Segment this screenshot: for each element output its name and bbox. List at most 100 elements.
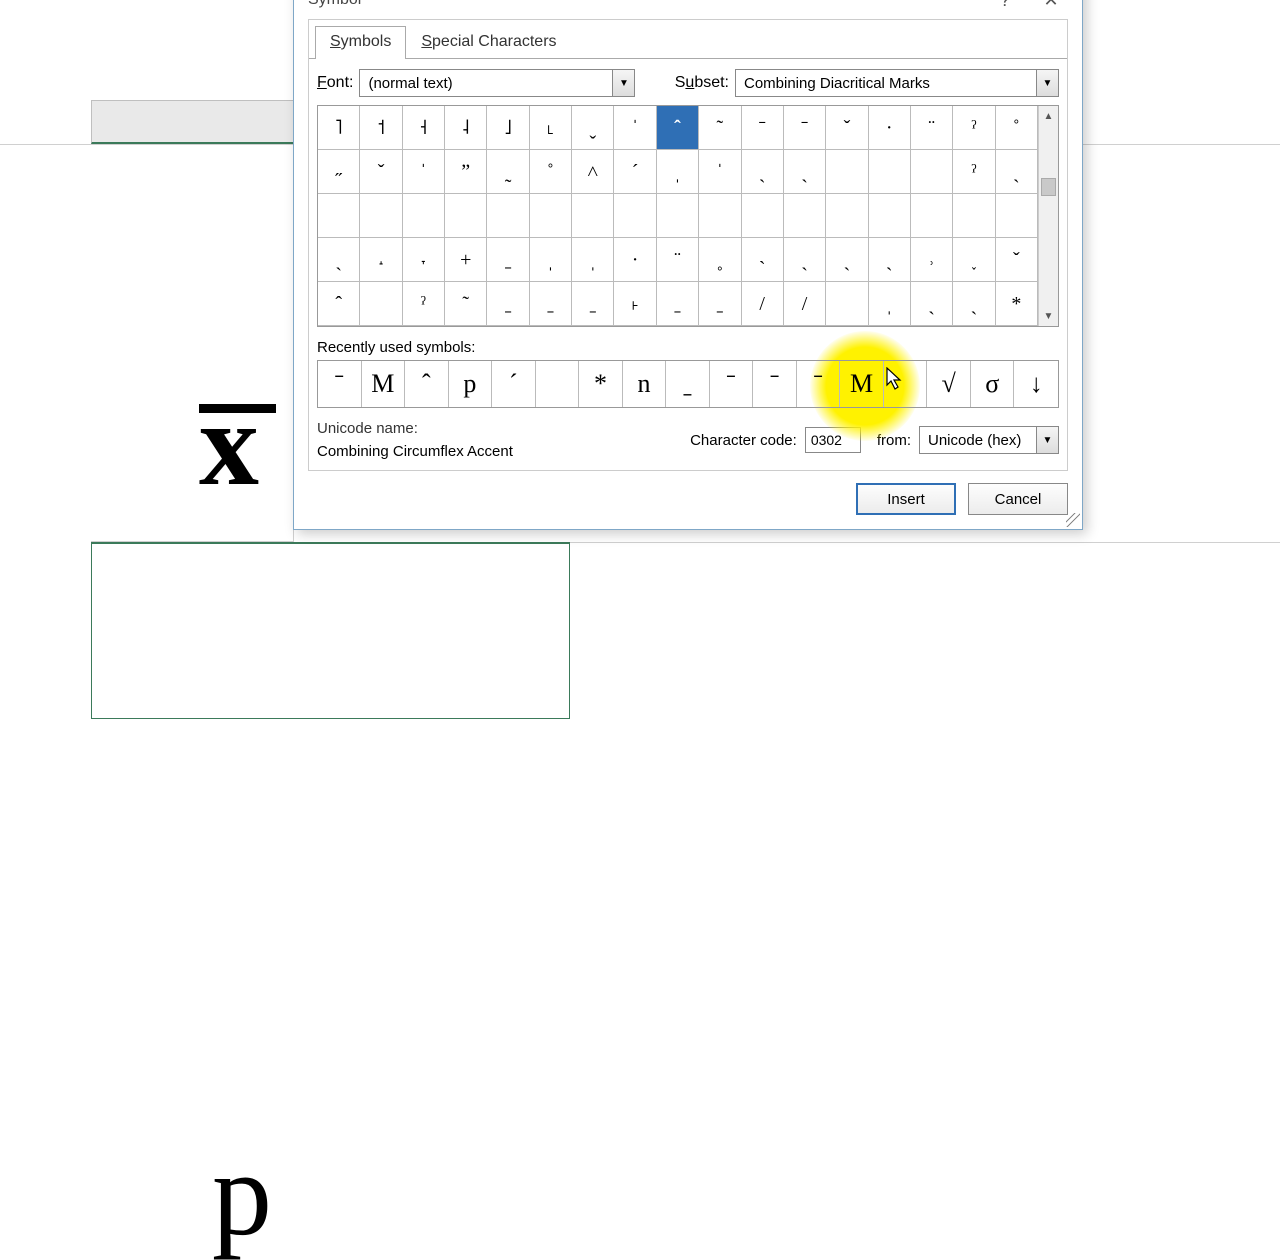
symbol-cell[interactable]: ˆ (657, 106, 699, 150)
symbol-cell[interactable]: ¨ (911, 106, 953, 150)
symbol-cell[interactable]: / (784, 282, 826, 326)
symbol-cell[interactable] (869, 194, 911, 238)
from-combobox[interactable]: Unicode (hex) ▼ (919, 426, 1059, 454)
symbol-cell[interactable] (487, 194, 529, 238)
symbol-cell[interactable]: ˀ (953, 150, 995, 194)
help-button[interactable]: ? (982, 0, 1028, 15)
recent-symbol-cell[interactable]: ˍ (666, 361, 710, 407)
symbol-cell[interactable]: ˎ (869, 238, 911, 282)
symbol-cell[interactable] (826, 150, 868, 194)
symbol-cell[interactable]: ˇ (996, 238, 1038, 282)
recent-symbol-cell[interactable]: ˉ (710, 361, 754, 407)
symbol-cell[interactable]: ˈ (699, 150, 741, 194)
symbol-cell[interactable]: ˍ (657, 282, 699, 326)
symbol-cell[interactable]: ˜ (699, 106, 741, 150)
symbol-cell[interactable] (869, 150, 911, 194)
symbol-cell[interactable]: ˎ (318, 238, 360, 282)
symbol-cell[interactable]: * (996, 282, 1038, 326)
symbol-cell[interactable]: ˒ (911, 238, 953, 282)
scroll-up-icon[interactable]: ▲ (1039, 106, 1058, 126)
chevron-down-icon[interactable]: ▼ (1036, 427, 1058, 453)
recent-symbol-cell[interactable]: n (623, 361, 667, 407)
symbol-cell[interactable] (996, 194, 1038, 238)
scroll-down-icon[interactable]: ▼ (1039, 306, 1058, 326)
symbol-cell[interactable]: ˊ (614, 150, 656, 194)
recent-symbol-cell[interactable]: σ (971, 361, 1015, 407)
symbol-cell[interactable]: ˨ (445, 106, 487, 150)
symbol-cell[interactable]: ˎ (911, 282, 953, 326)
grid-scrollbar[interactable]: ▲ ▼ (1038, 106, 1058, 326)
symbol-cell[interactable] (403, 194, 445, 238)
tab-special-characters[interactable]: Special Characters (406, 26, 571, 59)
symbol-cell[interactable]: ˍ (487, 282, 529, 326)
symbol-cell[interactable]: ˉ (784, 106, 826, 150)
insert-button[interactable]: Insert (856, 483, 956, 515)
symbol-cell[interactable]: ˏ (784, 238, 826, 282)
subset-combobox[interactable]: Combining Diacritical Marks ▼ (735, 69, 1059, 97)
symbol-cell[interactable]: ˚ (530, 150, 572, 194)
symbol-cell[interactable]: ˥ (318, 106, 360, 150)
chevron-down-icon[interactable]: ▼ (1036, 70, 1058, 96)
symbol-cell[interactable]: ˯ (953, 238, 995, 282)
resize-grip-icon[interactable] (1066, 513, 1080, 527)
symbol-cell[interactable] (784, 194, 826, 238)
symbol-cell[interactable]: ˍ (699, 282, 741, 326)
symbol-cell[interactable]: ˕ (403, 238, 445, 282)
symbol-cell[interactable]: ˏ (742, 150, 784, 194)
symbol-cell[interactable]: ˷ (487, 150, 529, 194)
symbol-cell[interactable]: ¨ (657, 238, 699, 282)
symbol-cell[interactable]: ˏ (826, 238, 868, 282)
chevron-down-icon[interactable]: ▼ (612, 70, 634, 96)
symbol-cell[interactable]: ˉ (742, 106, 784, 150)
symbol-cell[interactable]: · (614, 238, 656, 282)
recent-symbol-cell[interactable]: ˆ (405, 361, 449, 407)
symbol-cell[interactable] (318, 194, 360, 238)
symbol-cell[interactable] (826, 282, 868, 326)
symbol-cell[interactable]: ˳ (699, 238, 741, 282)
symbol-cell[interactable]: ˆ (318, 282, 360, 326)
symbol-cell[interactable] (360, 194, 402, 238)
symbol-cell[interactable] (445, 194, 487, 238)
symbol-cell[interactable]: ˇ (826, 106, 868, 150)
symbol-cell[interactable] (826, 194, 868, 238)
char-code-input[interactable] (805, 427, 861, 453)
recent-symbol-cell[interactable]: ˊ (492, 361, 536, 407)
symbol-cell[interactable] (360, 282, 402, 326)
scroll-thumb[interactable] (1041, 178, 1056, 196)
recent-symbol-cell[interactable]: ↓ (1014, 361, 1058, 407)
recent-symbol-cell[interactable]: ˉ (318, 361, 362, 407)
symbol-cell[interactable]: ˩ (487, 106, 529, 150)
symbol-cell[interactable]: ˍ (572, 282, 614, 326)
symbol-cell[interactable]: ˪ (530, 106, 572, 150)
symbol-cell[interactable]: ˀ (403, 282, 445, 326)
symbol-cell[interactable]: ˦ (360, 106, 402, 150)
symbol-cell[interactable] (911, 150, 953, 194)
symbol-cell[interactable]: ˫ (614, 282, 656, 326)
symbol-cell[interactable]: ˜ (445, 282, 487, 326)
symbol-cell[interactable]: ˎ (784, 150, 826, 194)
symbol-cell[interactable] (911, 194, 953, 238)
symbol-cell[interactable]: ˬ (572, 106, 614, 150)
font-combobox[interactable]: (normal text) ▼ (359, 69, 635, 97)
symbol-cell[interactable]: + (445, 238, 487, 282)
cancel-button[interactable]: Cancel (968, 483, 1068, 515)
symbol-cell[interactable]: ˮ (445, 150, 487, 194)
symbol-cell[interactable]: ˧ (403, 106, 445, 150)
recent-symbol-cell[interactable] (536, 361, 580, 407)
symbol-cell[interactable] (572, 194, 614, 238)
recent-symbol-cell[interactable]: ˉ (753, 361, 797, 407)
symbol-cell[interactable] (699, 194, 741, 238)
recent-symbol-cell[interactable]: ˉ (797, 361, 841, 407)
recent-symbol-cell[interactable]: M (362, 361, 406, 407)
symbol-cell[interactable]: ˌ (530, 238, 572, 282)
symbol-cell[interactable]: ˏ (996, 150, 1038, 194)
symbol-cell[interactable] (530, 194, 572, 238)
symbol-cell[interactable]: ˈ (614, 106, 656, 150)
symbol-cell[interactable]: ˍ (487, 238, 529, 282)
symbol-cell[interactable] (742, 194, 784, 238)
symbol-cell[interactable]: ˶ (318, 150, 360, 194)
symbol-cell[interactable]: ˄ (572, 150, 614, 194)
symbol-cell[interactable]: ˌ (572, 238, 614, 282)
titlebar[interactable]: Symbol ? ✕ (294, 0, 1082, 19)
symbol-cell[interactable] (657, 194, 699, 238)
